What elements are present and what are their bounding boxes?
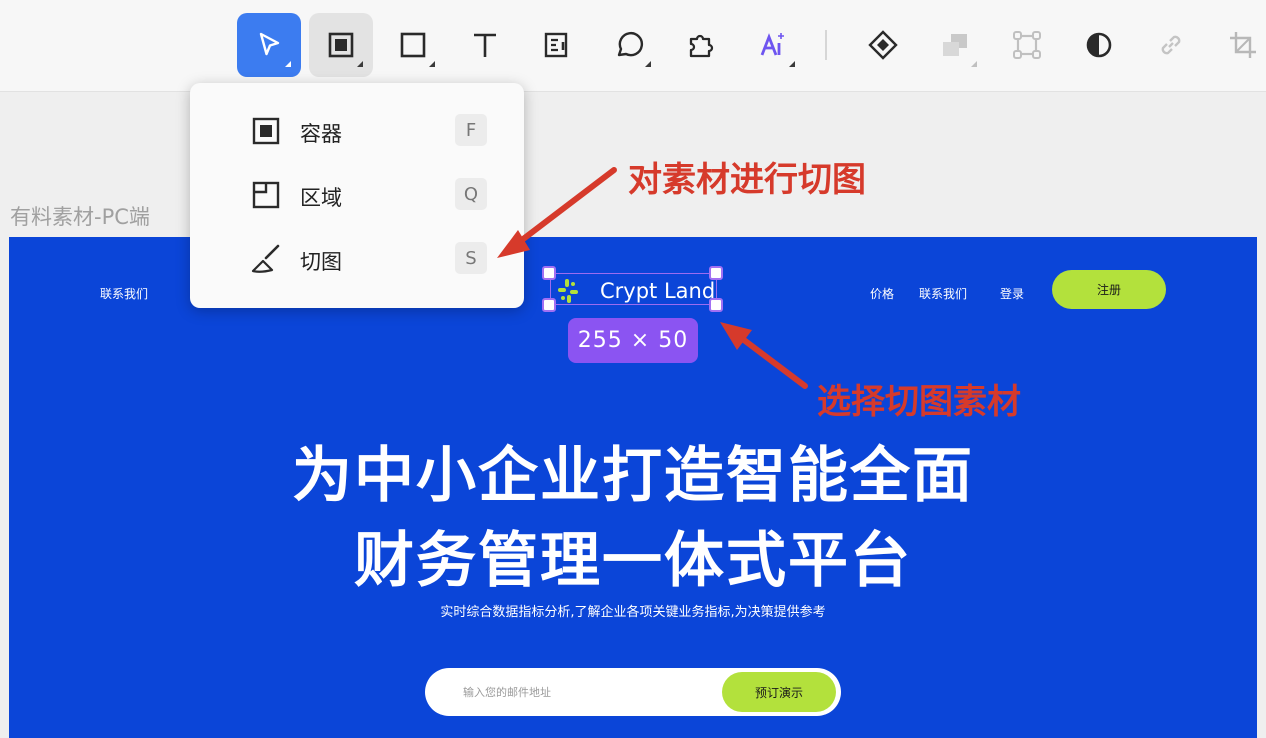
transform-icon	[1013, 31, 1041, 59]
selection-size-badge: 255 × 50	[568, 318, 698, 363]
toolbar-divider	[825, 30, 827, 60]
select-tool-button[interactable]	[237, 13, 301, 77]
boolean-tool-button[interactable]	[923, 13, 987, 77]
text-block-tool-button[interactable]	[525, 13, 589, 77]
nav-link-contact[interactable]: 联系我们	[100, 285, 148, 302]
ai-icon	[760, 33, 784, 56]
container-tool-menu: 容器 F 区域 Q 切图 S	[190, 83, 524, 308]
hero-title-line2: 财务管理一体式平台	[354, 526, 912, 596]
email-form: 预订演示	[425, 668, 841, 716]
mask-tool-button[interactable]	[1067, 13, 1131, 77]
link-icon	[1161, 35, 1181, 55]
menu-item-label: 区域	[300, 186, 342, 210]
comment-icon	[617, 31, 644, 57]
toolbar	[0, 0, 1266, 92]
menu-item-label: 容器	[300, 122, 342, 146]
comment-tool-button[interactable]	[597, 13, 661, 77]
component-icon	[868, 30, 898, 60]
transform-tool-button[interactable]	[995, 13, 1059, 77]
plugin-tool-button[interactable]	[669, 13, 733, 77]
cursor-icon	[259, 32, 280, 56]
nav-link-login[interactable]: 登录	[1000, 285, 1024, 302]
selection-handle-br[interactable]	[709, 298, 723, 312]
rectangle-tool-button[interactable]	[381, 13, 445, 77]
container-icon	[328, 32, 354, 58]
text-tool-button[interactable]	[453, 13, 517, 77]
menu-item-slice[interactable]: 切图 S	[190, 233, 524, 285]
area-icon	[252, 181, 280, 209]
shortcut-key: Q	[455, 178, 487, 210]
signup-button[interactable]: 注册	[1052, 270, 1166, 309]
rectangle-icon	[400, 32, 426, 58]
shortcut-key: F	[455, 114, 487, 146]
puzzle-icon	[689, 34, 714, 58]
selection-handle-bl[interactable]	[542, 298, 556, 312]
text-icon	[474, 33, 496, 57]
shortcut-key: S	[455, 242, 487, 274]
email-input[interactable]	[463, 668, 713, 716]
selection-handle-tl[interactable]	[542, 266, 556, 280]
selection-handle-tr[interactable]	[709, 266, 723, 280]
link-tool-button[interactable]	[1139, 13, 1203, 77]
book-demo-button[interactable]: 预订演示	[722, 672, 836, 712]
nav-link-pricing[interactable]: 价格	[870, 285, 894, 302]
component-tool-button[interactable]	[851, 13, 915, 77]
container-icon	[252, 117, 280, 145]
hero-subtitle: 实时综合数据指标分析,了解企业各项关键业务指标,为决策提供参考	[440, 605, 826, 620]
text-block-icon	[544, 32, 568, 58]
annotation-select-material: 选择切图素材	[817, 382, 1021, 422]
crop-tool-button[interactable]	[1211, 13, 1266, 77]
crop-icon	[1230, 32, 1256, 58]
annotation-slice-material: 对素材进行切图	[628, 160, 866, 200]
hero-title-line1: 为中小企业打造智能全面	[292, 441, 974, 511]
mask-icon	[1086, 32, 1112, 58]
ai-tool-button[interactable]	[741, 13, 805, 77]
container-tool-button[interactable]	[309, 13, 373, 77]
nav-link-contact-right[interactable]: 联系我们	[919, 285, 967, 302]
selection-box[interactable]	[550, 273, 717, 305]
menu-item-label: 切图	[300, 250, 342, 274]
menu-item-container[interactable]: 容器 F	[190, 105, 524, 157]
knife-icon	[251, 244, 280, 273]
design-frame[interactable]: 联系我们 价格 联系我们 登录 注册 Crypt Land 255 × 50 为…	[9, 237, 1257, 738]
menu-item-area[interactable]: 区域 Q	[190, 169, 524, 221]
boolean-icon	[943, 34, 967, 56]
frame-label[interactable]: 有料素材-PC端	[10, 201, 150, 231]
